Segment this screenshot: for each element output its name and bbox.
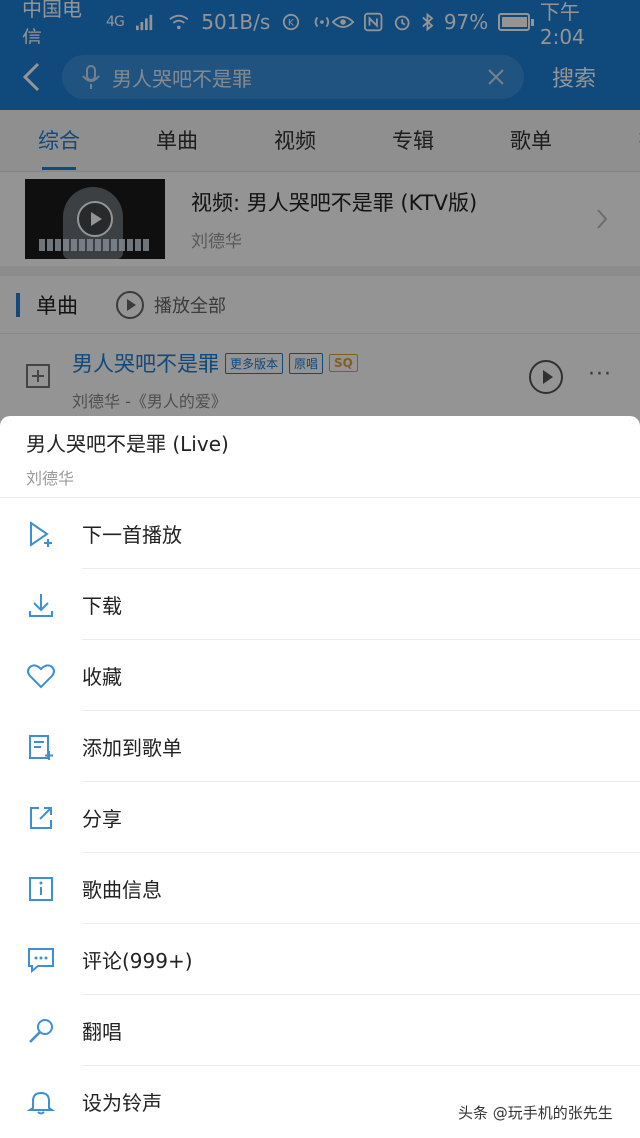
menu-cover[interactable]: 翻唱 bbox=[0, 995, 640, 1066]
sheet-artist: 刘德华 bbox=[26, 469, 75, 488]
watermark-text: 头条 @玩手机的张先生 bbox=[458, 1104, 613, 1122]
sheet-song-title: 男人哭吧不是罪 (Live) bbox=[26, 432, 229, 456]
share-icon bbox=[0, 804, 82, 832]
add-to-playlist-icon bbox=[0, 733, 82, 761]
menu-download[interactable]: 下载 bbox=[0, 569, 640, 640]
menu-comments[interactable]: 评论(999+) bbox=[0, 924, 640, 995]
menu-label: 翻唱 bbox=[82, 1020, 122, 1044]
menu-share[interactable]: 分享 bbox=[0, 782, 640, 853]
song-action-sheet: 男人哭吧不是罪 (Live) 刘德华 下一首播放 下载 收藏 添加到歌单 分享 … bbox=[0, 416, 640, 1138]
menu-label: 下一首播放 bbox=[82, 523, 182, 547]
sheet-header: 男人哭吧不是罪 (Live) 刘德华 bbox=[0, 416, 640, 498]
menu-favorite[interactable]: 收藏 bbox=[0, 640, 640, 711]
menu-label: 评论(999+) bbox=[82, 949, 193, 973]
menu-label: 歌曲信息 bbox=[82, 878, 162, 902]
heart-icon bbox=[0, 662, 82, 690]
download-icon bbox=[0, 591, 82, 619]
menu-song-info[interactable]: 歌曲信息 bbox=[0, 853, 640, 924]
menu-label: 添加到歌单 bbox=[82, 736, 182, 760]
play-next-icon bbox=[0, 520, 82, 548]
microphone-icon bbox=[0, 1017, 82, 1045]
info-icon bbox=[0, 875, 82, 903]
menu-label: 分享 bbox=[82, 807, 122, 831]
menu-label: 收藏 bbox=[82, 665, 122, 689]
menu-add-to-playlist[interactable]: 添加到歌单 bbox=[0, 711, 640, 782]
menu-label: 设为铃声 bbox=[82, 1091, 162, 1115]
menu-play-next[interactable]: 下一首播放 bbox=[0, 498, 640, 569]
menu-label: 下载 bbox=[82, 594, 122, 618]
bell-icon bbox=[0, 1088, 82, 1116]
comment-icon bbox=[0, 946, 82, 974]
